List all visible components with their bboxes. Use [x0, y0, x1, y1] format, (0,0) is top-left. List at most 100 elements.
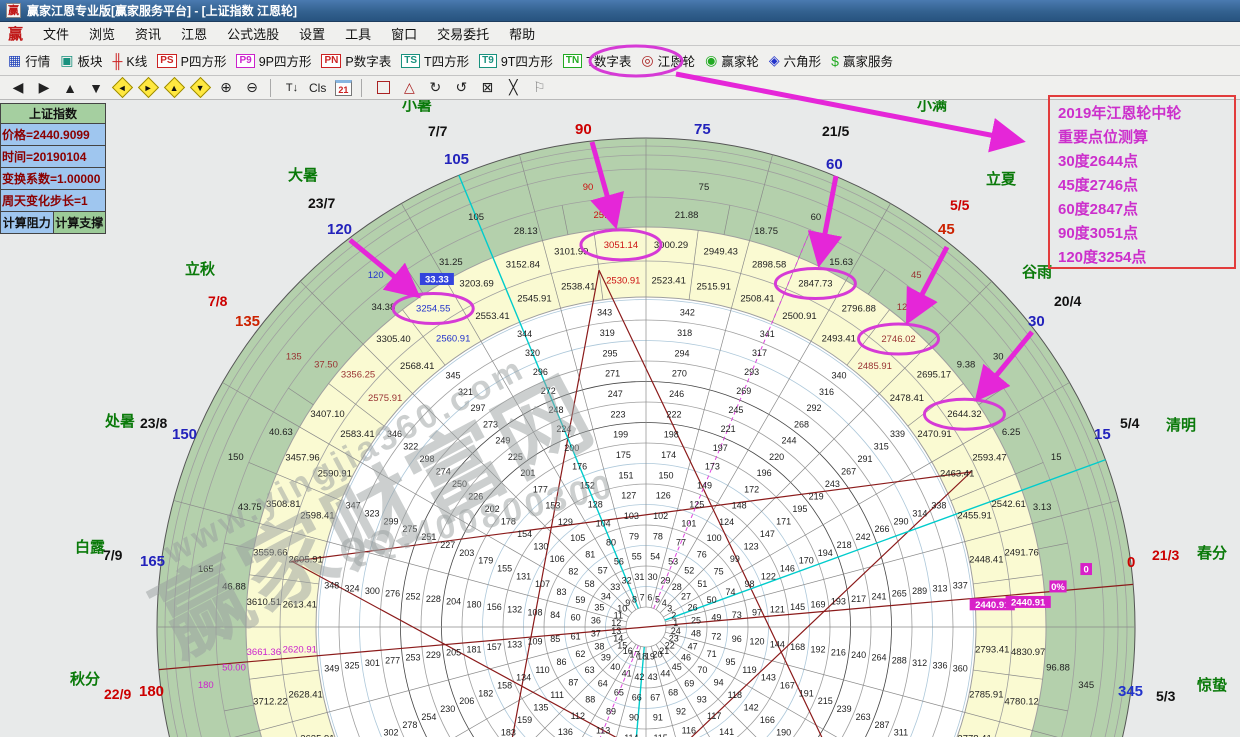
toolbar-t-square[interactable]: TST四方形 — [401, 51, 469, 70]
menu-1[interactable]: 浏览 — [79, 22, 125, 45]
tool-box-x[interactable]: ⊠ — [475, 78, 499, 98]
toolbar-sectors[interactable]: ▣板块 — [60, 51, 102, 70]
svg-text:314: 314 — [912, 509, 927, 519]
tool-diamond-left[interactable]: ◄ — [110, 78, 134, 98]
tool-shrink[interactable]: ╳ — [501, 78, 525, 98]
svg-text:2847.73: 2847.73 — [798, 278, 832, 289]
svg-text:5: 5 — [655, 594, 660, 604]
svg-text:3712.22: 3712.22 — [253, 697, 287, 708]
svg-text:57: 57 — [598, 566, 608, 576]
tool-calendar-21[interactable]: 21 — [331, 78, 355, 98]
menu-9[interactable]: 帮助 — [499, 22, 545, 45]
toolbar-quotes[interactable]: ▦行情 — [8, 51, 50, 70]
tool-nav-back[interactable]: ◀ — [6, 78, 30, 98]
toolbar-hexagon[interactable]: ◈六角形 — [769, 51, 821, 70]
svg-text:60: 60 — [571, 613, 581, 623]
svg-text:4780.12: 4780.12 — [1004, 697, 1038, 708]
menu-8[interactable]: 交易委托 — [427, 22, 499, 45]
toolbar-winner-service[interactable]: $赢家服务 — [831, 51, 893, 70]
menu-6[interactable]: 工具 — [335, 22, 381, 45]
svg-text:24: 24 — [671, 626, 681, 636]
calc-support-button[interactable]: 计算支撑 — [54, 212, 106, 233]
svg-text:70: 70 — [697, 665, 707, 675]
chart-area[interactable]: 1234567891011121314151617181920212223242… — [0, 100, 1240, 737]
toolbar-t-number-table[interactable]: TNT数字表 — [563, 51, 631, 70]
svg-text:76: 76 — [697, 549, 707, 559]
svg-text:52: 52 — [684, 566, 694, 576]
svg-text:春分: 春分 — [1197, 544, 1227, 562]
toolbar-9p-square[interactable]: P99P四方形 — [236, 51, 311, 70]
tool-diamond-down[interactable]: ▼ — [188, 78, 212, 98]
tool-nav-down[interactable]: ▼ — [84, 78, 108, 98]
svg-text:166: 166 — [760, 715, 775, 725]
calc-resistance-button[interactable]: 计算阻力 — [1, 212, 54, 233]
svg-text:2560.91: 2560.91 — [436, 333, 470, 344]
svg-text:175: 175 — [616, 450, 631, 460]
svg-text:124: 124 — [719, 517, 734, 527]
svg-text:68: 68 — [668, 688, 678, 698]
p-square-icon: PS — [157, 54, 176, 68]
tool-zoom-in[interactable]: ⊕ — [214, 78, 238, 98]
tool-t-updown[interactable]: T↓ — [280, 78, 304, 98]
tool-nav-forward[interactable]: ▶ — [32, 78, 56, 98]
toolbar-9t-square[interactable]: T99T四方形 — [479, 51, 553, 70]
svg-text:33.33: 33.33 — [425, 274, 449, 285]
svg-text:67: 67 — [650, 692, 660, 702]
toolbar-p-number-table[interactable]: PNP数字表 — [321, 51, 391, 70]
svg-text:2695.17: 2695.17 — [917, 369, 951, 380]
tool-rotate-ccw[interactable]: ↺ — [449, 78, 473, 98]
tool-nav-up[interactable]: ▲ — [58, 78, 82, 98]
svg-text:287: 287 — [875, 720, 890, 730]
svg-text:179: 179 — [478, 556, 493, 566]
tool-square-tool[interactable] — [371, 78, 395, 98]
title-bar[interactable]: 赢 赢家江恩专业版[赢家服务平台] - [上证指数 江恩轮] — [0, 0, 1240, 22]
tool-flag-tool[interactable]: ⚐ — [527, 78, 551, 98]
tool-triangle-tool[interactable]: △ — [397, 78, 421, 98]
tool-cls[interactable]: Cls — [306, 78, 329, 98]
svg-text:121: 121 — [770, 605, 785, 615]
annotation-line-1: 重要点位测算 — [1058, 126, 1226, 150]
tool-diamond-up[interactable]: ▲ — [162, 78, 186, 98]
svg-text:2785.91: 2785.91 — [969, 690, 1003, 701]
toolbar-gann-wheel[interactable]: ◎江恩轮 — [641, 51, 695, 70]
tool-rotate-cw[interactable]: ↻ — [423, 78, 447, 98]
svg-text:48: 48 — [691, 629, 701, 639]
svg-text:49: 49 — [711, 613, 721, 623]
menu-2[interactable]: 资讯 — [125, 22, 171, 45]
svg-text:36: 36 — [591, 615, 601, 625]
toolbar-winner-wheel[interactable]: ◉赢家轮 — [705, 51, 759, 70]
toolbar-p-square[interactable]: PSP四方形 — [157, 51, 226, 70]
menu-7[interactable]: 窗口 — [381, 22, 427, 45]
toolbar-kline[interactable]: ╫K线 — [113, 51, 148, 70]
svg-text:120: 120 — [327, 221, 352, 238]
tool-zoom-out[interactable]: ⊖ — [240, 78, 264, 98]
svg-text:2542.61: 2542.61 — [992, 499, 1026, 510]
svg-text:193: 193 — [831, 597, 846, 607]
svg-text:2575.91: 2575.91 — [368, 393, 402, 404]
svg-text:42: 42 — [634, 672, 644, 682]
winner-service-icon: $ — [831, 53, 839, 69]
svg-text:97: 97 — [752, 607, 762, 617]
svg-text:342: 342 — [680, 308, 695, 318]
svg-text:319: 319 — [600, 328, 615, 338]
tool-diamond-right[interactable]: ► — [136, 78, 160, 98]
svg-text:0: 0 — [1084, 565, 1089, 576]
menu-5[interactable]: 设置 — [289, 22, 335, 45]
svg-text:239: 239 — [837, 704, 852, 714]
menu-3[interactable]: 江恩 — [171, 22, 217, 45]
menu-0[interactable]: 文件 — [33, 22, 79, 45]
svg-text:2635.91: 2635.91 — [300, 734, 334, 737]
svg-text:3051.14: 3051.14 — [604, 240, 638, 251]
svg-text:148: 148 — [732, 501, 747, 511]
svg-text:45: 45 — [938, 221, 955, 238]
svg-text:87: 87 — [568, 678, 578, 688]
svg-text:51: 51 — [697, 579, 707, 589]
svg-text:5/5: 5/5 — [950, 197, 970, 213]
svg-text:84: 84 — [550, 610, 560, 620]
svg-text:27: 27 — [681, 591, 691, 601]
svg-text:223: 223 — [610, 409, 625, 419]
svg-text:142: 142 — [744, 703, 759, 713]
svg-text:44: 44 — [660, 669, 670, 679]
menu-4[interactable]: 公式选股 — [217, 22, 289, 45]
svg-text:197: 197 — [713, 443, 728, 453]
